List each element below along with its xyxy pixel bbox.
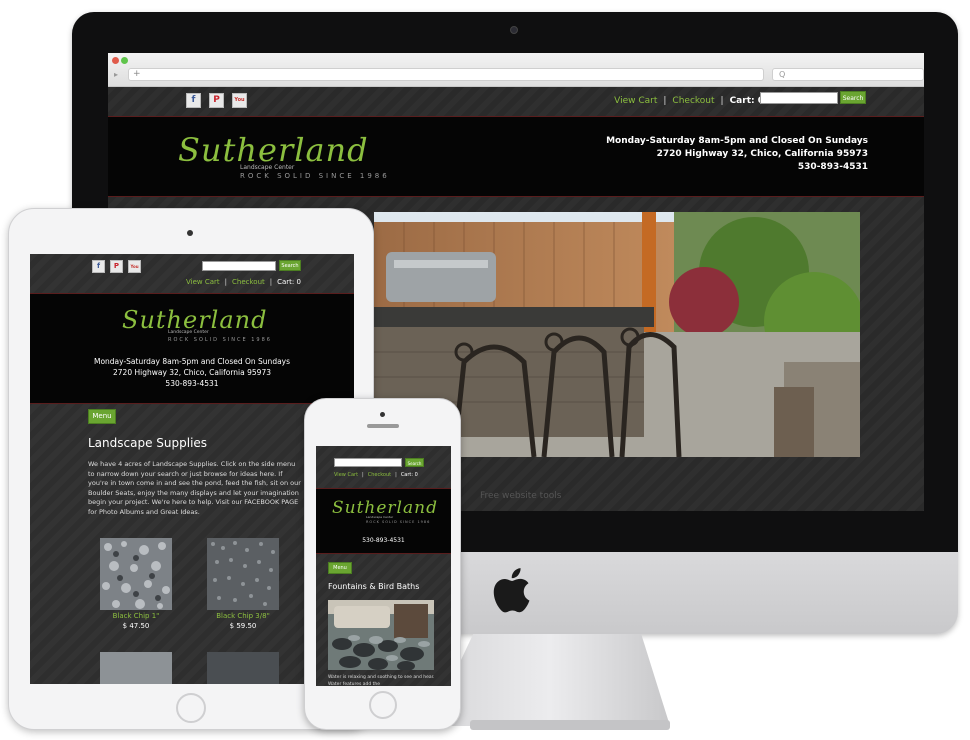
site-search-input[interactable]: [760, 92, 838, 104]
logo-subtitle: Landscape Center: [240, 164, 295, 171]
tablet-contact-info: Monday-Saturday 8am-5pm and Closed On Su…: [30, 356, 354, 389]
product-price: $ 47.50: [122, 622, 150, 630]
window-close-icon[interactable]: [112, 57, 119, 64]
product-image-black-chip-1[interactable]: [100, 538, 172, 610]
product-image-black-chip-3-8[interactable]: [207, 538, 279, 610]
browser-search-field[interactable]: Q: [772, 68, 924, 81]
page-title: Landscape Supplies: [88, 436, 208, 450]
menu-button[interactable]: Menu: [88, 409, 116, 424]
page-description: Water is relaxing and soothing to see an…: [328, 675, 435, 686]
business-address: 2720 Highway 32, Chico, California 95973: [656, 149, 868, 159]
view-cart-link[interactable]: View Cart: [334, 472, 358, 478]
business-hours: Monday-Saturday 8am-5pm and Closed On Su…: [93, 357, 291, 366]
product-name[interactable]: Black Chip 3/8": [193, 612, 293, 620]
cart-nav: View Cart | Checkout | Cart: 0: [614, 96, 764, 106]
back-arrow-icon[interactable]: ▸: [114, 70, 118, 79]
product-image[interactable]: [100, 652, 172, 684]
phone-search-button[interactable]: Search: [405, 458, 424, 467]
contact-info: Monday-Saturday 8am-5pm and Closed On Su…: [606, 135, 868, 174]
free-website-tools-link[interactable]: Free website tools: [480, 491, 561, 501]
browser-toolbar: ▸ + Q: [108, 53, 924, 87]
ipad-camera-icon: [187, 230, 193, 236]
logo-tagline: ROCK SOLID SINCE 1986: [240, 172, 390, 180]
business-phone[interactable]: 530-893-4531: [606, 161, 868, 174]
view-cart-link[interactable]: View Cart: [186, 278, 220, 286]
imac-stand-base: [470, 720, 670, 730]
pinterest-icon[interactable]: P: [209, 93, 224, 108]
phone-search-input[interactable]: [334, 458, 402, 467]
fountain-photo[interactable]: [328, 600, 434, 670]
tablet-search-input[interactable]: [202, 261, 276, 271]
site-topbar: f P You View Cart | Checkout | Cart: 0 Searc…: [108, 87, 924, 117]
iphone-home-button[interactable]: [369, 691, 397, 719]
page-description: We have 4 acres of Landscape Supplies. C…: [88, 460, 301, 516]
pinterest-icon[interactable]: P: [110, 260, 123, 273]
checkout-link[interactable]: Checkout: [672, 96, 714, 106]
youtube-icon[interactable]: You: [232, 93, 247, 108]
cart-count[interactable]: Cart: 0: [730, 96, 764, 106]
logo-subtitle: Landscape Center: [168, 330, 209, 335]
iphone-device: Search View Cart | Checkout | Cart: 0 Suther…: [304, 398, 461, 730]
product-image[interactable]: [207, 652, 279, 684]
business-hours: Monday-Saturday 8am-5pm and Closed On Su…: [606, 136, 868, 146]
view-cart-link[interactable]: View Cart: [614, 96, 657, 106]
ipad-home-button[interactable]: [176, 693, 206, 723]
product-name[interactable]: Black Chip 1": [86, 612, 186, 620]
logo-tagline: ROCK SOLID SINCE 1986: [366, 520, 431, 524]
logo-subtitle: Landscape Center: [366, 515, 394, 519]
tablet-search-button[interactable]: Search: [279, 260, 301, 271]
facebook-icon[interactable]: f: [92, 260, 105, 273]
business-phone[interactable]: 530-893-4531: [316, 537, 451, 544]
checkout-link[interactable]: Checkout: [368, 472, 391, 478]
phone-header: Sutherland Landscape Center ROCK SOLID S…: [316, 488, 451, 554]
tablet-header: Sutherland Landscape Center ROCK SOLID S…: [30, 294, 354, 404]
site-search-button[interactable]: Search: [840, 91, 866, 104]
youtube-icon[interactable]: You: [128, 260, 141, 273]
camera-icon: [510, 26, 518, 34]
phone-screen: Search View Cart | Checkout | Cart: 0 Suther…: [316, 446, 451, 686]
iphone-camera-icon: [380, 412, 385, 417]
logo-tagline: ROCK SOLID SINCE 1986: [168, 337, 272, 343]
cart-count[interactable]: Cart: 0: [401, 472, 418, 478]
phone-cart-nav: View Cart | Checkout | Cart: 0: [334, 472, 418, 478]
business-phone[interactable]: 530-893-4531: [30, 378, 354, 389]
cart-count[interactable]: Cart: 0: [277, 278, 301, 286]
facebook-icon[interactable]: f: [186, 93, 201, 108]
tablet-cart-nav: View Cart | Checkout | Cart: 0: [186, 278, 301, 286]
business-address: 2720 Highway 32, Chico, California 95973: [113, 368, 271, 377]
imac-stand: [430, 634, 670, 726]
apple-logo-icon: [493, 568, 530, 613]
search-icon: Q: [779, 70, 786, 79]
site-header: Sutherland Landscape Center ROCK SOLID S…: [108, 117, 924, 197]
page-title: Fountains & Bird Baths: [328, 582, 420, 591]
product-price: $ 59.50: [229, 622, 257, 630]
iphone-speaker: [367, 424, 399, 428]
tablet-topbar: f P You Search View Cart | Checkout | Cart: …: [30, 254, 354, 294]
menu-button[interactable]: Menu: [328, 562, 352, 574]
checkout-link[interactable]: Checkout: [232, 278, 265, 286]
window-zoom-icon[interactable]: [121, 57, 128, 64]
address-bar[interactable]: +: [128, 68, 764, 81]
